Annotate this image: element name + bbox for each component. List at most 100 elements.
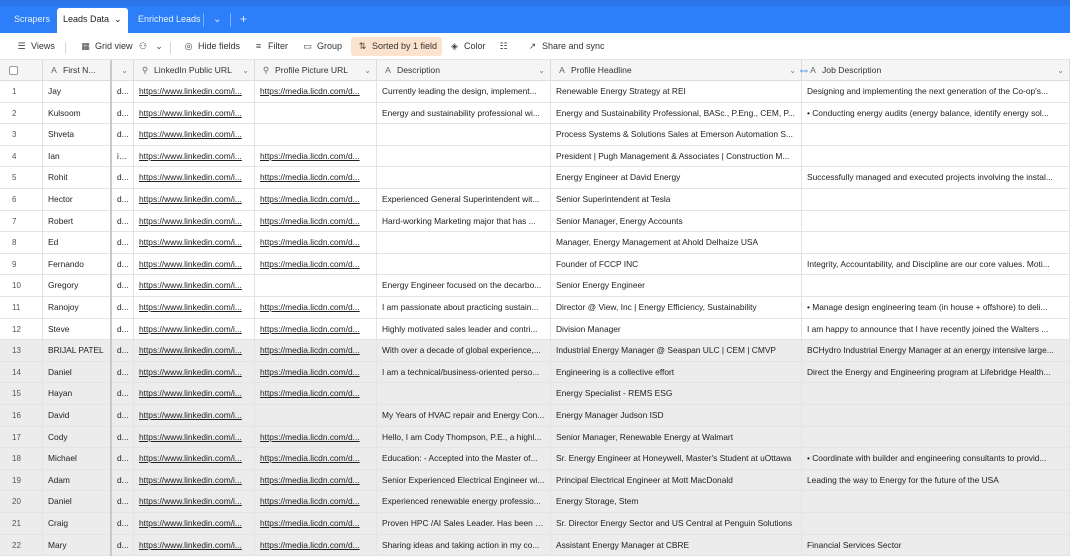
profile-headline-cell[interactable]: Director @ View, Inc | Energy Efficiency… — [551, 297, 802, 319]
description-cell[interactable]: I am a technical/business-oriented perso… — [377, 361, 551, 384]
table-row[interactable]: 15 Hayan d... https://www.linkedin.com/i...… — [0, 383, 1070, 405]
hidden-field-cell[interactable]: ic... — [112, 145, 134, 168]
linkedin-url-cell[interactable]: https://www.linkedin.com/i... — [134, 383, 255, 405]
profile-picture-url-cell[interactable] — [255, 124, 377, 146]
row-number-cell[interactable]: 22 — [0, 534, 43, 557]
profile-headline-cell[interactable]: Energy Engineer at David Energy — [551, 167, 802, 189]
hidden-field-cell[interactable]: d... — [112, 124, 134, 146]
job-description-cell[interactable] — [802, 124, 1070, 146]
column-header-linkedin-url[interactable]: ⚲ LinkedIn Public URL ⌄ — [134, 60, 255, 81]
job-description-cell[interactable]: • Coordinate with builder and engineerin… — [802, 448, 1070, 470]
first-name-cell[interactable]: BRIJAL PATEL — [43, 340, 112, 362]
job-description-cell[interactable] — [802, 405, 1070, 427]
table-row[interactable]: 13 BRIJAL PATEL d... https://www.linkedin.c… — [0, 340, 1070, 362]
row-number-cell[interactable]: 19 — [0, 469, 43, 492]
profile-headline-cell[interactable]: Sr. Energy Engineer at Honeywell, Master… — [551, 448, 802, 470]
profile-picture-url-cell[interactable]: https://media.licdn.com/d... — [255, 513, 377, 535]
profile-picture-url-cell[interactable]: https://media.licdn.com/d... — [255, 189, 377, 211]
table-row[interactable]: 12 Steve d... https://www.linkedin.com/i...… — [0, 318, 1070, 341]
description-cell[interactable]: Experienced renewable energy professio..… — [377, 491, 551, 513]
row-number-cell[interactable]: 13 — [0, 340, 43, 362]
table-row[interactable]: 1 Jay d... https://www.linkedin.com/i... htt… — [0, 81, 1070, 103]
filter-button[interactable]: ≡ Filter — [252, 37, 288, 56]
job-description-cell[interactable]: Successfully managed and executed projec… — [802, 167, 1070, 189]
linkedin-url-cell[interactable]: https://www.linkedin.com/i... — [134, 232, 255, 254]
profile-headline-cell[interactable]: Sr. Director Energy Sector and US Centra… — [551, 513, 802, 535]
first-name-cell[interactable]: Steve — [43, 318, 112, 341]
profile-picture-url-cell[interactable]: https://media.licdn.com/d... — [255, 210, 377, 233]
profile-picture-url-cell[interactable] — [255, 275, 377, 297]
row-number-cell[interactable]: 5 — [0, 167, 43, 189]
first-name-cell[interactable]: Kulsoom — [43, 102, 112, 125]
table-row[interactable]: 10 Gregory d... https://www.linkedin.com/i.… — [0, 275, 1070, 297]
profile-picture-url-cell[interactable]: https://media.licdn.com/d... — [255, 232, 377, 254]
row-number-cell[interactable]: 11 — [0, 297, 43, 319]
description-cell[interactable]: Education: - Accepted into the Master of… — [377, 448, 551, 470]
linkedin-url-cell[interactable]: https://www.linkedin.com/i... — [134, 405, 255, 427]
profile-picture-url-cell[interactable] — [255, 102, 377, 125]
tab-scrapers[interactable]: Scrapers — [8, 8, 56, 33]
job-description-cell[interactable]: • Conducting energy audits (energy balan… — [802, 102, 1070, 125]
profile-picture-url-cell[interactable]: https://media.licdn.com/d... — [255, 426, 377, 449]
hidden-field-cell[interactable]: d... — [112, 340, 134, 362]
linkedin-url-cell[interactable]: https://www.linkedin.com/i... — [134, 448, 255, 470]
job-description-cell[interactable]: • Manage design engineering team (in hou… — [802, 297, 1070, 319]
linkedin-url-cell[interactable]: https://www.linkedin.com/i... — [134, 361, 255, 384]
hidden-field-cell[interactable]: d... — [112, 383, 134, 405]
table-row[interactable]: 11 Ranojoy d... https://www.linkedin.com/i.… — [0, 297, 1070, 319]
profile-picture-url-cell[interactable]: https://media.licdn.com/d... — [255, 340, 377, 362]
first-name-cell[interactable]: Hayan — [43, 383, 112, 405]
first-name-cell[interactable]: Michael — [43, 448, 112, 470]
first-name-cell[interactable]: Adam — [43, 469, 112, 492]
row-number-cell[interactable]: 10 — [0, 275, 43, 297]
description-cell[interactable]: Energy Engineer focused on the decarbo..… — [377, 275, 551, 297]
profile-picture-url-cell[interactable]: https://media.licdn.com/d... — [255, 81, 377, 103]
first-name-cell[interactable]: Ed — [43, 232, 112, 254]
first-name-cell[interactable]: Cody — [43, 426, 112, 449]
hide-fields-button[interactable]: ◎ Hide fields — [182, 37, 240, 56]
linkedin-url-cell[interactable]: https://www.linkedin.com/i... — [134, 426, 255, 449]
row-number-cell[interactable]: 6 — [0, 189, 43, 211]
linkedin-url-cell[interactable]: https://www.linkedin.com/i... — [134, 340, 255, 362]
description-cell[interactable] — [377, 167, 551, 189]
table-row[interactable]: 20 Daniel d... https://www.linkedin.com/i..… — [0, 491, 1070, 513]
select-all-header[interactable] — [0, 60, 43, 81]
description-cell[interactable]: Currently leading the design, implement.… — [377, 81, 551, 103]
column-header-first-name[interactable]: A First N... — [43, 60, 112, 81]
profile-picture-url-cell[interactable]: https://media.licdn.com/d... — [255, 491, 377, 513]
first-name-cell[interactable]: Gregory — [43, 275, 112, 297]
row-number-cell[interactable]: 16 — [0, 405, 43, 427]
hidden-field-cell[interactable]: d... — [112, 102, 134, 125]
description-cell[interactable]: Senior Experienced Electrical Engineer w… — [377, 469, 551, 492]
linkedin-url-cell[interactable]: https://www.linkedin.com/i... — [134, 102, 255, 125]
hidden-field-cell[interactable]: d... — [112, 534, 134, 557]
profile-headline-cell[interactable]: Manager, Energy Management at Ahold Delh… — [551, 232, 802, 254]
table-row[interactable]: 22 Mary d... https://www.linkedin.com/i... h… — [0, 534, 1070, 557]
job-description-cell[interactable]: Financial Services Sector — [802, 534, 1070, 557]
chevron-down-icon[interactable]: ⌄ — [242, 60, 249, 81]
linkedin-url-cell[interactable]: https://www.linkedin.com/i... — [134, 275, 255, 297]
profile-picture-url-cell[interactable]: https://media.licdn.com/d... — [255, 534, 377, 557]
linkedin-url-cell[interactable]: https://www.linkedin.com/i... — [134, 210, 255, 233]
job-description-cell[interactable]: Direct the Energy and Engineering progra… — [802, 361, 1070, 384]
table-row[interactable]: 7 Robert d... https://www.linkedin.com/i...… — [0, 210, 1070, 233]
description-cell[interactable]: Experienced General Superintendent wit..… — [377, 189, 551, 211]
column-header-profile-picture-url[interactable]: ⚲ Profile Picture URL ⌄ — [255, 60, 377, 81]
job-description-cell[interactable]: BCHydro Industrial Energy Manager at an … — [802, 340, 1070, 362]
views-button[interactable]: ☰ Views — [15, 37, 54, 56]
linkedin-url-cell[interactable]: https://www.linkedin.com/i... — [134, 318, 255, 341]
profile-picture-url-cell[interactable]: https://media.licdn.com/d... — [255, 145, 377, 168]
description-cell[interactable] — [377, 124, 551, 146]
grid-view-button[interactable]: ▦ Grid view ⚇ ⌄ — [79, 37, 169, 56]
first-name-cell[interactable]: Ranojoy — [43, 297, 112, 319]
row-number-cell[interactable]: 17 — [0, 426, 43, 449]
description-cell[interactable] — [377, 383, 551, 405]
job-description-cell[interactable] — [802, 210, 1070, 233]
color-button[interactable]: ◈ Color — [448, 37, 485, 56]
profile-headline-cell[interactable]: Renewable Energy Strategy at REI — [551, 81, 802, 103]
row-number-cell[interactable]: 1 — [0, 81, 43, 103]
linkedin-url-cell[interactable]: https://www.linkedin.com/i... — [134, 145, 255, 168]
profile-headline-cell[interactable]: Process Systems & Solutions Sales at Eme… — [551, 124, 802, 146]
profile-headline-cell[interactable]: Senior Superintendent at Tesla — [551, 189, 802, 211]
chevron-down-icon[interactable]: ⌄ — [121, 60, 128, 81]
